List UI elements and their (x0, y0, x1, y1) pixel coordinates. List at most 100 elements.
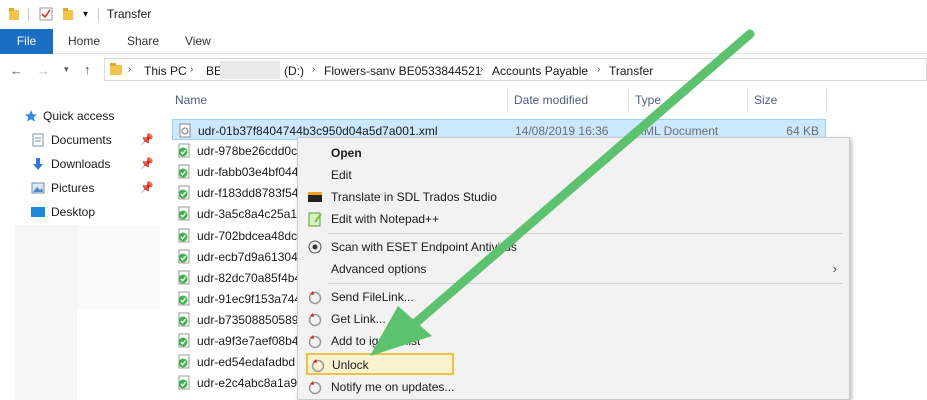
recent-locations-icon[interactable]: ▾ (64, 64, 69, 75)
nav-item-quick-access[interactable]: Quick access (0, 105, 160, 127)
breadcrumb-drive-letter[interactable]: (D:) (284, 64, 304, 78)
nav-label: Documents (51, 133, 112, 147)
sync-pending-file-icon (179, 123, 191, 138)
menu-item-edit[interactable]: Edit (300, 164, 847, 186)
context-menu: Open Edit Translate in SDL Trados Studio… (297, 137, 850, 400)
nav-label: Desktop (51, 205, 96, 219)
menu-label: Notify me on updates... (331, 380, 455, 394)
nav-label: Pictures (51, 181, 95, 195)
menu-item-notepad[interactable]: Edit with Notepad++ (300, 208, 847, 230)
nav-item-pictures[interactable]: Pictures 📌 (0, 177, 160, 199)
breadcrumb-chevron-icon[interactable]: › (312, 64, 315, 75)
forward-arrow-icon[interactable]: → (37, 63, 50, 78)
file-name: udr-ed54edafadbd (197, 355, 296, 370)
new-folder-icon[interactable] (62, 7, 74, 21)
synced-file-icon (178, 354, 190, 369)
file-tab[interactable]: File (0, 29, 53, 54)
breadcrumb-chevron-icon[interactable]: › (128, 64, 131, 75)
synced-file-icon (178, 228, 190, 242)
breadcrumb-chevron-icon[interactable]: › (597, 64, 600, 75)
column-header-type[interactable]: Type (635, 93, 661, 107)
file-name: udr-91ec9f153a744 (197, 291, 302, 306)
menu-item-advanced[interactable]: Advanced options › (300, 258, 847, 280)
column-header-name[interactable]: Name (175, 93, 207, 107)
breadcrumb-chevron-icon[interactable]: › (480, 64, 483, 75)
file-name: udr-e2c4abc8a1a94 (197, 376, 304, 391)
menu-item-unlock[interactable]: Unlock (306, 353, 454, 375)
menu-label: Open (331, 146, 362, 160)
menu-label: Translate in SDL Trados Studio (331, 190, 497, 204)
file-name: udr-01b37f8404744b3c950d04a5d7a001.xml (198, 124, 438, 138)
nav-label: Downloads (51, 157, 111, 171)
pictures-icon (31, 182, 45, 194)
file-date: 14/08/2019 16:36 (515, 124, 609, 138)
blurred-region (77, 225, 160, 310)
synced-file-icon (178, 375, 190, 390)
breadcrumb-accounts-payable[interactable]: Accounts Payable (492, 64, 588, 78)
tab-share[interactable]: Share (127, 29, 159, 54)
folder-icon (9, 8, 19, 20)
nav-item-documents[interactable]: Documents 📌 (0, 129, 160, 151)
pin-icon[interactable]: 📌 (140, 133, 154, 146)
synced-file-icon (178, 164, 190, 179)
file-name: udr-f183dd8783f54 (197, 186, 299, 201)
file-name: udr-fabb03e4bf044 (197, 165, 299, 180)
column-header-date[interactable]: Date modified (514, 93, 588, 107)
menu-item-scan[interactable]: Scan with ESET Endpoint Antivirus (300, 236, 847, 258)
pin-icon[interactable]: 📌 (140, 157, 154, 170)
tab-home[interactable]: Home (68, 29, 100, 54)
menu-item-open[interactable]: Open (300, 142, 847, 164)
nav-item-desktop[interactable]: Desktop (0, 201, 160, 223)
breadcrumb-this-pc[interactable]: This PC (144, 64, 187, 78)
desktop-icon (31, 207, 45, 217)
submenu-chevron-icon: › (832, 261, 837, 276)
customize-toolbar-icon[interactable]: ▾ (83, 9, 88, 20)
window-title: Transfer (107, 7, 152, 21)
menu-separator (328, 283, 843, 284)
nav-item-downloads[interactable]: Downloads 📌 (0, 153, 160, 175)
menu-item-send-filelink[interactable]: Send FileLink... (300, 286, 847, 308)
column-divider[interactable] (628, 89, 629, 111)
menu-label: Scan with ESET Endpoint Antivirus (331, 240, 517, 254)
file-name: udr-702bdcea48dc (197, 228, 298, 243)
file-size: 64 KB (786, 124, 819, 138)
column-header-size[interactable]: Size (754, 93, 777, 107)
menu-item-get-link[interactable]: Get Link... (300, 308, 847, 330)
properties-icon[interactable] (39, 7, 53, 21)
menu-label: Advanced options (331, 262, 427, 276)
menu-item-translate[interactable]: Translate in SDL Trados Studio (300, 186, 847, 208)
download-icon (33, 158, 43, 170)
menu-label: Get Link... (331, 312, 386, 326)
menu-label: Send FileLink... (331, 290, 414, 304)
synced-file-icon (178, 333, 190, 348)
sync-icon (311, 359, 325, 373)
trados-icon (308, 192, 322, 202)
menu-item-notify[interactable]: Notify me on updates... (300, 376, 847, 398)
column-divider[interactable] (747, 89, 748, 111)
up-arrow-icon[interactable]: ↑ (84, 62, 91, 77)
synced-file-icon (178, 206, 190, 221)
menu-label: Add to ignore list (331, 334, 421, 348)
menu-item-add-ignore[interactable]: Add to ignore list (300, 330, 847, 352)
back-arrow-icon[interactable]: ← (10, 63, 23, 78)
column-divider[interactable] (826, 89, 827, 111)
breadcrumb-flowers[interactable]: Flowers-sanv BE0533844521 (324, 64, 481, 78)
menu-separator (328, 233, 843, 234)
title-bar: ▾ Transfer (0, 0, 927, 29)
breadcrumb-chevron-icon[interactable]: › (190, 64, 193, 75)
sync-icon (308, 291, 322, 305)
file-name: udr-978be26cdd0c (197, 144, 298, 159)
file-name: udr-82dc70a85f4b4 (197, 270, 302, 285)
column-divider[interactable] (507, 89, 508, 111)
redacted-region (220, 61, 280, 79)
file-name: udr-b735088505894 (197, 312, 306, 327)
eset-icon (308, 240, 322, 254)
documents-icon (32, 133, 44, 147)
breadcrumb-transfer[interactable]: Transfer (609, 64, 653, 78)
tab-view[interactable]: View (185, 29, 211, 54)
synced-file-icon (178, 249, 190, 264)
sync-icon (308, 381, 322, 395)
synced-file-icon (178, 185, 190, 200)
divider (28, 8, 29, 22)
pin-icon[interactable]: 📌 (140, 181, 154, 194)
